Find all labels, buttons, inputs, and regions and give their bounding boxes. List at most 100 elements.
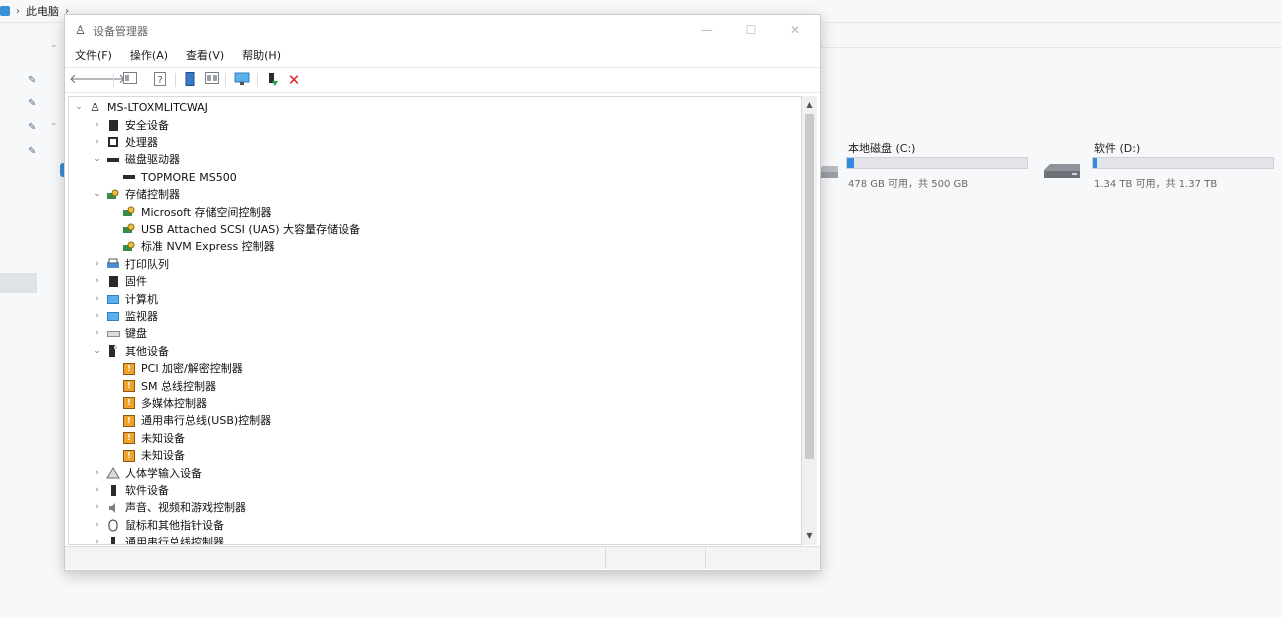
menu-bar: 文件(F) 操作(A) 查看(V) 帮助(H): [65, 46, 820, 66]
other-devices-icon: [106, 344, 120, 358]
drive-c-usage-fill: [847, 158, 855, 168]
tree-device[interactable]: USB Attached SCSI (UAS) 大容量存储设备: [107, 221, 360, 238]
update-driver-icon[interactable]: [181, 72, 199, 88]
menu-action[interactable]: 操作(A): [130, 46, 168, 66]
collapse-chevron-icon[interactable]: ⌄: [50, 118, 58, 128]
tree-category[interactable]: ⌄ 其他设备: [91, 343, 169, 360]
tree-device[interactable]: ! SM 总线控制器: [107, 378, 216, 395]
close-button[interactable]: ✕: [775, 19, 815, 41]
svg-text:?: ?: [158, 75, 163, 86]
expand-chevron-icon[interactable]: ›: [91, 517, 103, 534]
tree-category[interactable]: › 处理器: [91, 134, 158, 151]
menu-file[interactable]: 文件(F): [75, 46, 112, 66]
security-device-icon: [106, 118, 120, 132]
collapse-chevron-icon[interactable]: ⌄: [91, 151, 103, 168]
tree-item-label: 通用串行总线(USB)控制器: [141, 414, 272, 428]
tree-root-label: MS-LTOXMLITCWAJ: [107, 101, 208, 114]
tree-item-label: 监视器: [125, 309, 158, 323]
tree-device[interactable]: ! PCI 加密/解密控制器: [107, 360, 243, 377]
expand-chevron-icon[interactable]: ›: [91, 534, 103, 544]
collapse-chevron-icon[interactable]: ⌄: [91, 186, 103, 203]
drive-c[interactable]: 本地磁盘 (C:) 478 GB 可用，共 500 GB: [818, 140, 1030, 190]
tree-category[interactable]: › 人体学输入设备: [91, 465, 202, 482]
expand-chevron-icon[interactable]: ›: [91, 482, 103, 499]
uninstall-icon[interactable]: ✕: [285, 72, 303, 88]
forward-arrow-icon[interactable]: 🡒: [91, 72, 126, 88]
expand-chevron-icon[interactable]: ›: [91, 291, 103, 308]
scroll-thumb[interactable]: [805, 114, 814, 459]
tree-category[interactable]: › 固件: [91, 273, 147, 290]
pin-icon[interactable]: ✎: [28, 146, 36, 157]
show-hidden-icon[interactable]: [203, 72, 221, 88]
tree-item-label: 安全设备: [125, 118, 169, 132]
pin-icon[interactable]: ✎: [28, 122, 36, 133]
expand-chevron-icon[interactable]: ›: [91, 499, 103, 516]
tree-category[interactable]: › 鼠标和其他指针设备: [91, 517, 224, 534]
toolbar-separator: [225, 73, 226, 87]
vertical-scrollbar[interactable]: ▲ ▼: [802, 96, 817, 545]
tree-category[interactable]: ⌄ 存储控制器: [91, 186, 180, 203]
tree-category[interactable]: › 安全设备: [91, 117, 169, 134]
computer-icon: [106, 292, 120, 306]
pin-icon[interactable]: ✎: [28, 98, 36, 109]
scan-hardware-icon[interactable]: [233, 72, 251, 88]
tree-item-label: 存储控制器: [125, 188, 180, 202]
drive-d-name: 软件 (D:): [1094, 142, 1141, 155]
breadcrumb-this-pc[interactable]: 此电脑: [26, 3, 59, 19]
warning-device-icon: !: [122, 449, 136, 463]
maximize-button[interactable]: ☐: [731, 19, 771, 41]
tree-root[interactable]: ⌄ ♙ MS-LTOXMLITCWAJ: [73, 99, 208, 116]
menu-help[interactable]: 帮助(H): [242, 46, 281, 66]
tree-category[interactable]: › 键盘: [91, 325, 147, 342]
warning-device-icon: !: [122, 414, 136, 428]
collapse-chevron-icon[interactable]: ⌄: [73, 99, 85, 116]
usb-icon: [106, 536, 120, 544]
title-bar[interactable]: ♙ 设备管理器 — ☐ ✕: [65, 15, 820, 45]
tree-item-label: SM 总线控制器: [141, 379, 216, 393]
tree-device[interactable]: ! 未知设备: [107, 430, 185, 447]
tree-category[interactable]: › 监视器: [91, 308, 158, 325]
tree-device[interactable]: 标准 NVM Express 控制器: [107, 238, 275, 255]
tree-category[interactable]: › 声音、视频和游戏控制器: [91, 499, 246, 516]
enable-device-icon[interactable]: [263, 72, 281, 88]
tree-category[interactable]: › 计算机: [91, 291, 158, 308]
collapse-chevron-icon[interactable]: ⌄: [50, 40, 58, 50]
scroll-down-icon[interactable]: ▼: [802, 529, 817, 543]
device-manager-window[interactable]: ♙ 设备管理器 — ☐ ✕ 文件(F) 操作(A) 查看(V) 帮助(H) 🡐 …: [64, 14, 821, 571]
expand-chevron-icon[interactable]: ›: [91, 465, 103, 482]
tree-device[interactable]: ! 未知设备: [107, 447, 185, 464]
expand-chevron-icon[interactable]: ›: [91, 308, 103, 325]
tree-device[interactable]: ! 多媒体控制器: [107, 395, 207, 412]
tree-category[interactable]: › 软件设备: [91, 482, 169, 499]
nav-selected-item[interactable]: [0, 273, 37, 293]
expand-chevron-icon[interactable]: ›: [91, 273, 103, 290]
keyboard-icon: [106, 327, 120, 341]
device-tree[interactable]: ⌄ ♙ MS-LTOXMLITCWAJ › 安全设备 › 处理器 ⌄ 磁盘驱动器 TOPMO…: [68, 96, 802, 545]
tree-device[interactable]: TOPMORE MS500: [107, 169, 237, 186]
expand-chevron-icon[interactable]: ›: [91, 134, 103, 151]
tree-item-label: 未知设备: [141, 449, 185, 463]
drive-d[interactable]: 软件 (D:) 1.34 TB 可用，共 1.37 TB: [1044, 140, 1276, 190]
tree-category[interactable]: › 打印队列: [91, 256, 169, 273]
back-arrow-icon[interactable]: 🡐: [69, 72, 104, 88]
menu-view[interactable]: 查看(V): [186, 46, 224, 66]
expand-chevron-icon[interactable]: ›: [91, 256, 103, 273]
collapse-chevron-icon[interactable]: ⌄: [91, 343, 103, 360]
tree-device[interactable]: ! 通用串行总线(USB)控制器: [107, 412, 271, 429]
print-queue-icon: [106, 257, 120, 271]
tree-category[interactable]: ⌄ 磁盘驱动器: [91, 151, 180, 168]
properties-icon[interactable]: [121, 72, 139, 88]
tree-item-label: TOPMORE MS500: [141, 170, 237, 184]
tree-category[interactable]: › 通用串行总线控制器: [91, 534, 224, 544]
minimize-button[interactable]: —: [687, 19, 727, 41]
status-cell: [705, 547, 706, 569]
expand-chevron-icon[interactable]: ›: [91, 117, 103, 134]
hid-icon: [106, 466, 120, 480]
expand-chevron-icon[interactable]: ›: [91, 325, 103, 342]
pin-icon[interactable]: ✎: [28, 75, 36, 86]
tree-item-label: USB Attached SCSI (UAS) 大容量存储设备: [141, 222, 361, 236]
scroll-up-icon[interactable]: ▲: [802, 98, 817, 112]
breadcrumb[interactable]: › 此电脑 ›: [0, 2, 69, 20]
help-icon[interactable]: ?: [151, 72, 169, 88]
tree-device[interactable]: Microsoft 存储空间控制器: [107, 204, 272, 221]
